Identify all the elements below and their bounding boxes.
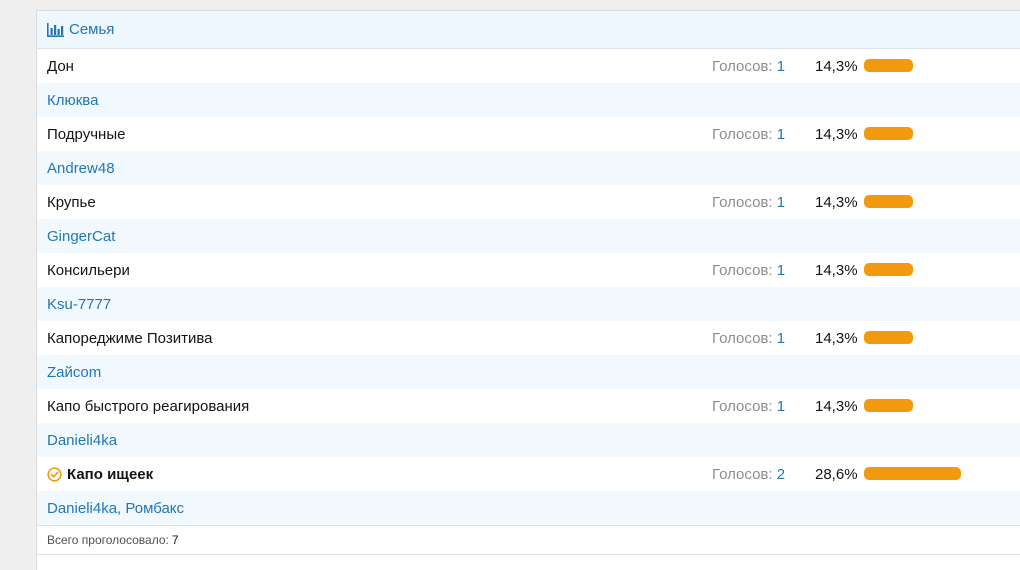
poll-option-label: Дон: [47, 58, 74, 75]
poll-option-bar: [864, 59, 913, 72]
poll-option-bar-track: [864, 467, 1020, 480]
poll-option-text: Капо быстрого реагирования: [47, 397, 250, 415]
poll-option-row: Консильери Голосов: 1 14,3%: [37, 253, 1020, 287]
poll-option-text: Дон: [47, 57, 74, 75]
poll-option-votes: Голосов: 1: [712, 330, 785, 347]
poll-voters-row: GingerCat: [37, 219, 1020, 253]
poll-option-row: Капо ищеек Голосов: 2 28,6%: [37, 457, 1020, 491]
votes-count-link[interactable]: 1: [777, 194, 785, 211]
poll-option-label: Капореджиме Позитива: [47, 330, 213, 347]
votes-count-link[interactable]: 1: [777, 58, 785, 75]
voted-check-icon: [47, 466, 62, 482]
total-voters-count: 7: [171, 533, 179, 547]
poll-option-row: Подручные Голосов: 1 14,3%: [37, 117, 1020, 151]
voter-names-link[interactable]: Ksu-7777: [47, 296, 111, 313]
poll-option-label: Крупье: [47, 194, 96, 211]
poll-footer: Всего проголосовало: 7: [37, 525, 1020, 555]
poll-option-row: Капо быстрого реагирования Голосов: 1 14,3…: [37, 389, 1020, 423]
poll-voters-row: Andrew48: [37, 151, 1020, 185]
poll-option-text: Капо ищеек: [67, 465, 154, 483]
poll-option-row: Крупье Голосов: 1 14,3%: [37, 185, 1020, 219]
poll-results-list: Дон Голосов: 1 14,3% Клюква Подручные Голосов…: [37, 49, 1020, 525]
poll-option-bar-track: [864, 263, 1020, 276]
votes-label: Голосов:: [712, 193, 773, 211]
voter-names-link[interactable]: Danieli4ka, Ромбакс: [47, 500, 184, 517]
poll-block: Семья Дон Голосов: 1 14,3% Клюква Подручные Г…: [36, 10, 1020, 570]
poll-option-bar: [864, 127, 913, 140]
poll-option-bar: [864, 467, 961, 480]
poll-option-row: Дон Голосов: 1 14,3%: [37, 49, 1020, 83]
poll-option-text: Крупье: [47, 193, 96, 211]
poll-option-bar-track: [864, 399, 1020, 412]
poll-option-bar: [864, 195, 913, 208]
votes-label: Голосов:: [712, 261, 773, 279]
poll-voters-row: Danieli4ka: [37, 423, 1020, 457]
poll-voters-row: Zaйcom: [37, 355, 1020, 389]
poll-option-text: Консильери: [47, 261, 130, 279]
votes-label: Голосов:: [712, 329, 773, 347]
poll-option-label: Капо ищеек: [47, 466, 153, 483]
poll-option-bar: [864, 263, 913, 276]
poll-option-votes: Голосов: 2: [712, 466, 785, 483]
votes-label: Голосов:: [712, 397, 773, 415]
votes-count-link[interactable]: 1: [777, 398, 785, 415]
poll-option-votes: Голосов: 1: [712, 126, 785, 143]
poll-option-bar-track: [864, 195, 1020, 208]
voter-names-link[interactable]: GingerCat: [47, 228, 115, 245]
votes-count-link[interactable]: 1: [777, 262, 785, 279]
bar-chart-icon: [47, 22, 64, 37]
poll-option-bar-track: [864, 59, 1020, 72]
poll-option-percent: 14,3%: [815, 329, 858, 347]
voter-names-link[interactable]: Danieli4ka: [47, 432, 117, 449]
total-voters-label: Всего проголосовало:: [47, 533, 169, 547]
poll-option-votes: Голосов: 1: [712, 194, 785, 211]
poll-option-percent: 14,3%: [815, 261, 858, 279]
poll-option-text: Капореджиме Позитива: [47, 329, 213, 347]
poll-option-bar-track: [864, 331, 1020, 344]
poll-option-percent: 14,3%: [815, 57, 858, 75]
poll-option-votes: Голосов: 1: [712, 262, 785, 279]
poll-option-bar: [864, 331, 913, 344]
poll-option-percent: 14,3%: [815, 193, 858, 211]
poll-voters-row: Ksu-7777: [37, 287, 1020, 321]
poll-voters-row: Клюква: [37, 83, 1020, 117]
poll-option-percent: 14,3%: [815, 397, 858, 415]
poll-option-percent: 14,3%: [815, 125, 858, 143]
votes-label: Голосов:: [712, 465, 773, 483]
voter-names-link[interactable]: Zaйcom: [47, 364, 101, 381]
votes-label: Голосов:: [712, 57, 773, 75]
poll-option-label: Капо быстрого реагирования: [47, 398, 249, 415]
voter-names-link[interactable]: Andrew48: [47, 160, 115, 177]
poll-option-bar-track: [864, 127, 1020, 140]
poll-option-bar: [864, 399, 913, 412]
votes-count-link[interactable]: 1: [777, 126, 785, 143]
poll-title[interactable]: Семья: [69, 21, 114, 38]
poll-option-row: Капореджиме Позитива Голосов: 1 14,3%: [37, 321, 1020, 355]
poll-header: Семья: [37, 11, 1020, 49]
poll-option-text: Подручные: [47, 125, 126, 143]
voter-names-link[interactable]: Клюква: [47, 92, 98, 109]
votes-count-link[interactable]: 1: [777, 330, 785, 347]
poll-option-percent: 28,6%: [815, 465, 858, 483]
poll-voters-row: Danieli4ka, Ромбакс: [37, 491, 1020, 525]
poll-option-label: Консильери: [47, 262, 130, 279]
poll-option-votes: Голосов: 1: [712, 58, 785, 75]
votes-label: Голосов:: [712, 125, 773, 143]
poll-option-label: Подручные: [47, 126, 125, 143]
poll-option-votes: Голосов: 1: [712, 398, 785, 415]
votes-count-link[interactable]: 2: [777, 466, 785, 483]
